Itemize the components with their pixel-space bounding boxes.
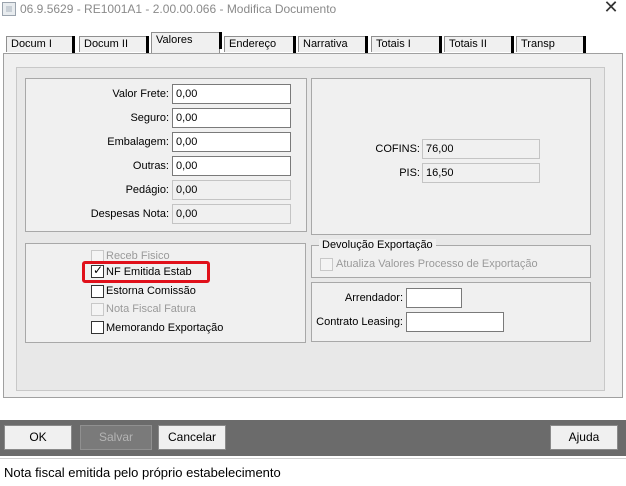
nf-emitida-estab-label[interactable]: NF Emitida Estab [106, 266, 192, 278]
tab-valores[interactable]: Valores [151, 32, 222, 53]
seguro-field[interactable]: 0,00 [172, 108, 291, 128]
memorando-exportacao-checkbox[interactable] [91, 321, 104, 334]
tab-label: Transp [521, 38, 555, 50]
cancelar-button[interactable]: Cancelar [158, 425, 226, 450]
valor-frete-label: Valor Frete: [112, 88, 169, 100]
seguro-label: Seguro: [130, 112, 169, 124]
tab-transp[interactable]: Transp [516, 36, 586, 53]
tab-totais-i[interactable]: Totais I [371, 36, 442, 53]
window-title: 06.9.5629 - RE1001A1 - 2.00.00.066 - Mod… [20, 2, 337, 16]
embalagem-label: Embalagem: [107, 136, 169, 148]
nf-emitida-estab-checkbox[interactable]: ✓ [91, 263, 104, 278]
tab-totais-ii[interactable]: Totais II [444, 36, 514, 53]
ok-button[interactable]: OK [4, 425, 72, 450]
estorna-comissao-checkbox[interactable] [91, 285, 104, 298]
despesas-nota-field: 0,00 [172, 204, 291, 224]
cofins-label: COFINS: [375, 143, 420, 155]
tab-narrativa[interactable]: Narrativa [298, 36, 368, 53]
tab-label: Valores [156, 34, 193, 46]
contrato-leasing-label: Contrato Leasing: [316, 316, 403, 328]
pis-field: 16,50 [422, 163, 540, 183]
outras-label: Outras: [132, 160, 169, 172]
pedagio-field: 0,00 [172, 180, 291, 200]
pedagio-label: Pedágio: [125, 184, 169, 196]
tab-label: Totais II [449, 38, 487, 50]
ajuda-button[interactable]: Ajuda [550, 425, 618, 450]
estorna-comissao-label[interactable]: Estorna Comissão [106, 285, 196, 297]
tab-strip: Docum I Docum II Valores Endereço Narrat… [0, 22, 626, 55]
checkmark-icon: ✓ [93, 263, 104, 277]
memorando-exportacao-label[interactable]: Memorando Exportação [106, 322, 223, 334]
title-bar: 06.9.5629 - RE1001A1 - 2.00.00.066 - Mod… [0, 0, 626, 20]
tab-label: Endereço [229, 38, 277, 50]
tab-docum-i[interactable]: Docum I [6, 36, 75, 53]
embalagem-field[interactable]: 0,00 [172, 132, 291, 152]
salvar-button: Salvar [80, 425, 152, 450]
devolucao-legend: Devolução Exportação [319, 239, 436, 251]
tab-docum-ii[interactable]: Docum II [79, 36, 149, 53]
atualiza-valores-checkbox [320, 258, 333, 271]
status-bar: Nota fiscal emitida pelo próprio estabel… [0, 458, 626, 486]
pis-label: PIS: [399, 167, 420, 179]
outras-field[interactable]: 0,00 [172, 156, 291, 176]
contrato-leasing-field[interactable] [406, 312, 504, 332]
arrendador-label: Arrendador: [344, 292, 403, 304]
status-text: Nota fiscal emitida pelo próprio estabel… [4, 465, 281, 480]
nota-fiscal-fatura-label: Nota Fiscal Fatura [106, 303, 196, 315]
close-icon[interactable]: ✕ [600, 0, 622, 19]
despesas-nota-label: Despesas Nota: [90, 208, 169, 220]
nota-fiscal-fatura-checkbox [91, 303, 104, 316]
valor-frete-field[interactable]: 0,00 [172, 84, 291, 104]
arrendador-field[interactable] [406, 288, 462, 308]
atualiza-valores-label: Atualiza Valores Processo de Exportação [336, 258, 538, 270]
tab-label: Narrativa [303, 38, 348, 50]
app-icon [2, 2, 16, 16]
tab-label: Totais I [376, 38, 411, 50]
tab-endereco[interactable]: Endereço [224, 36, 296, 53]
cofins-field: 76,00 [422, 139, 540, 159]
tab-label: Docum II [84, 38, 129, 50]
tab-label: Docum I [11, 38, 52, 50]
